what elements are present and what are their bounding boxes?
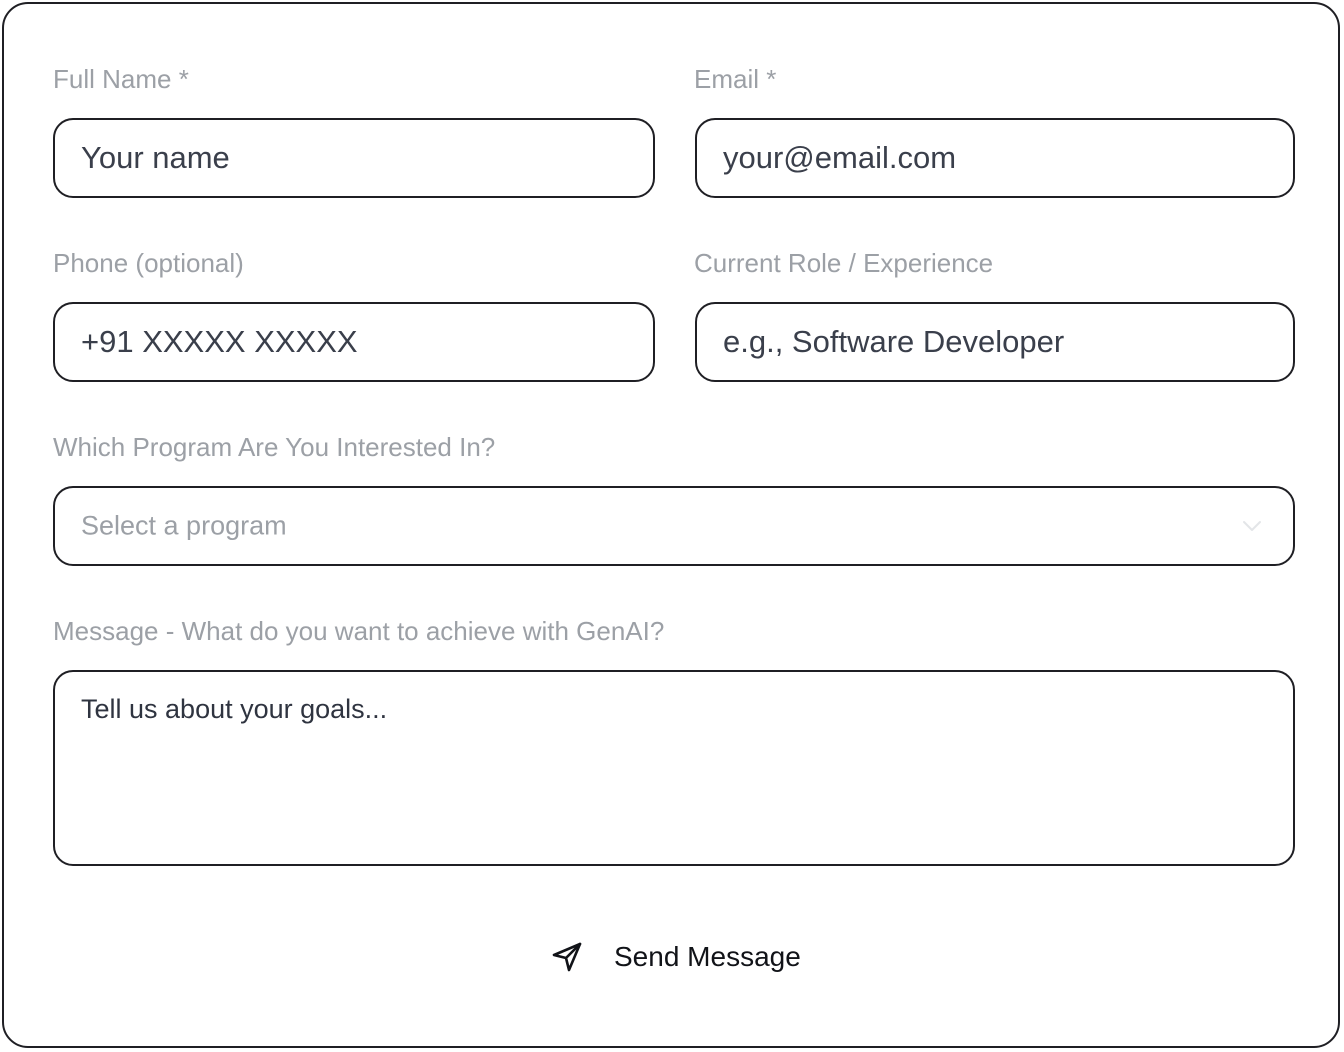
phone-input[interactable]: +91 XXXXX XXXXX	[53, 302, 655, 382]
full-name-label: Full Name *	[53, 64, 189, 94]
message-placeholder: Tell us about your goals...	[81, 694, 388, 724]
phone-label: Phone (optional)	[53, 248, 244, 278]
full-name-input[interactable]: Your name	[53, 118, 655, 198]
role-label: Current Role / Experience	[694, 248, 994, 278]
full-name-placeholder: Your name	[81, 140, 230, 175]
role-input[interactable]: e.g., Software Developer	[695, 302, 1295, 382]
program-select-value: Select a program	[81, 510, 287, 541]
message-textarea[interactable]: Tell us about your goals...	[53, 670, 1295, 866]
program-select[interactable]: Select a program	[53, 486, 1295, 566]
chevron-down-icon	[1243, 521, 1261, 531]
program-label: Which Program Are You Interested In?	[53, 432, 496, 462]
role-placeholder: e.g., Software Developer	[723, 324, 1065, 359]
email-label: Email *	[694, 64, 777, 94]
email-input[interactable]: your@email.com	[695, 118, 1295, 198]
contact-form-card: Full Name * Your name Email * your@email…	[2, 2, 1340, 1048]
send-message-label: Send Message	[614, 941, 801, 972]
send-icon	[552, 942, 582, 972]
email-placeholder: your@email.com	[723, 140, 957, 175]
phone-placeholder: +91 XXXXX XXXXX	[81, 324, 358, 359]
send-message-button[interactable]: Send Message	[544, 932, 814, 982]
message-label: Message - What do you want to achieve wi…	[53, 616, 665, 646]
